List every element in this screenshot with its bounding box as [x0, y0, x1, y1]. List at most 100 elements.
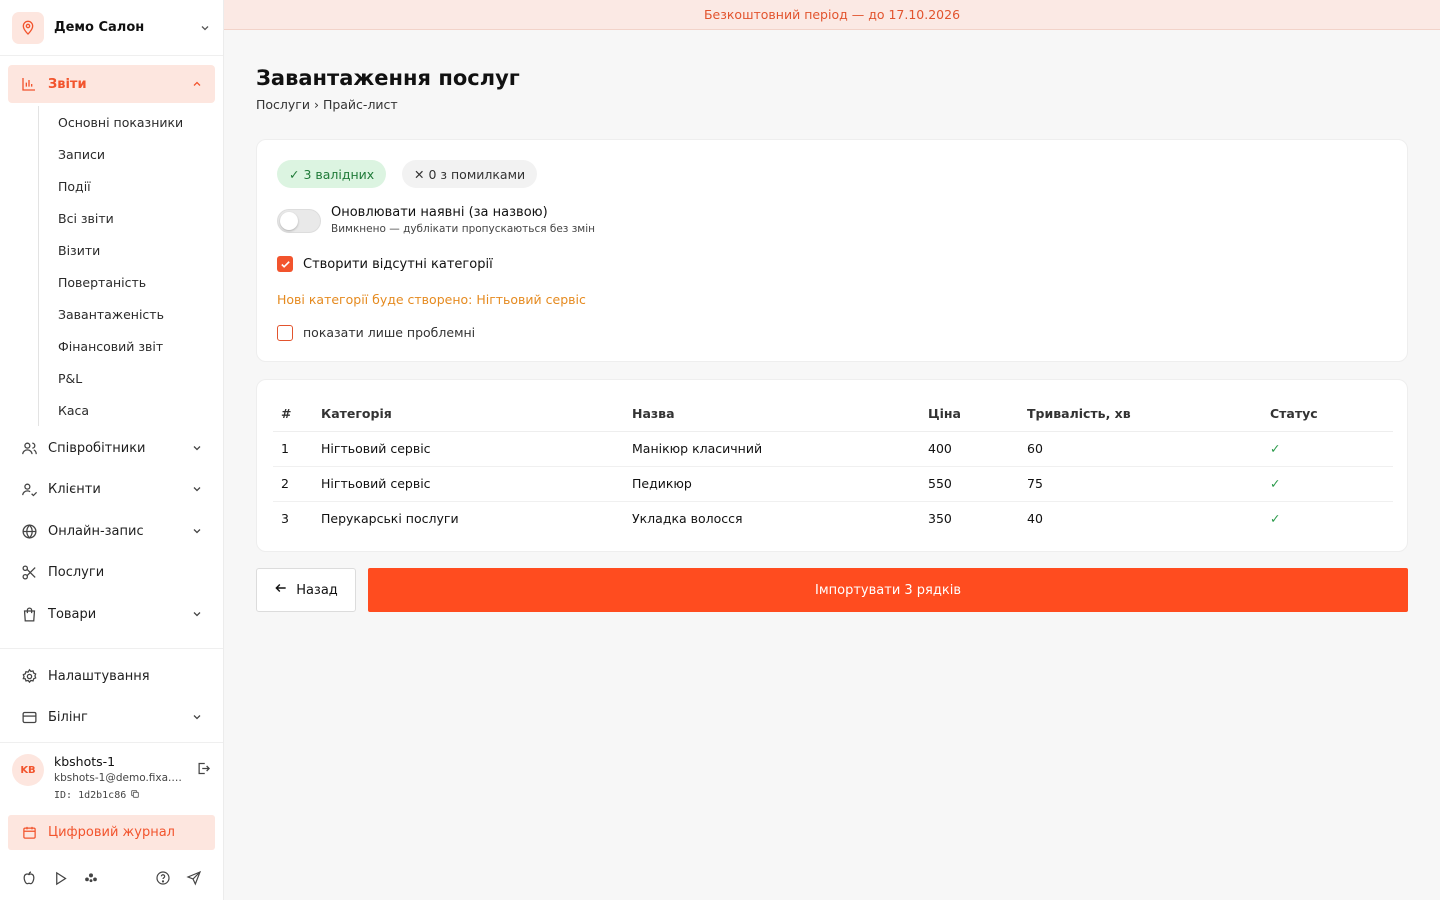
- digital-journal-button[interactable]: Цифровий журнал: [8, 815, 215, 850]
- subnav-item-visits[interactable]: Візити: [39, 234, 214, 266]
- column-header: #: [273, 396, 313, 432]
- user-check-icon: [20, 480, 38, 498]
- nav-products[interactable]: Товари: [8, 595, 215, 633]
- user-id-text: ID: 1d2b1c86: [54, 790, 127, 801]
- nav-clients[interactable]: Клієнти: [8, 470, 215, 508]
- send-icon[interactable]: [185, 869, 203, 887]
- logout-icon[interactable]: [196, 761, 211, 780]
- breadcrumb: Послуги › Прайс-лист: [256, 97, 398, 112]
- subnav-item-pnl[interactable]: P&L: [39, 362, 214, 394]
- error-count-badge[interactable]: ✕ 0 з помилками: [402, 160, 538, 188]
- users-icon: [20, 439, 38, 457]
- nav-online-label: Онлайн-запис: [48, 523, 144, 539]
- create-categories-checkbox[interactable]: [277, 256, 293, 272]
- nav-staff-label: Співробітники: [48, 440, 146, 456]
- cell-price: 350: [928, 511, 952, 527]
- preview-table-card: # Категорія Назва Ціна Тривалість, хв Ст…: [256, 379, 1408, 552]
- chevron-down-icon: [191, 525, 203, 537]
- shopping-bag-icon: [20, 605, 38, 623]
- new-categories-notice: Нові категорії буде створено: Нігтьовий …: [277, 292, 586, 307]
- user-name: kbshots-1: [54, 754, 116, 769]
- subnav-item-cash[interactable]: Каса: [39, 394, 214, 426]
- update-existing-label: Оновлювати наявні (за назвою): [331, 205, 548, 220]
- help-icon[interactable]: [154, 869, 172, 887]
- salon-name: Демо Салон: [54, 20, 145, 35]
- nav-online-booking[interactable]: Онлайн-запис: [8, 512, 215, 550]
- nav-clients-label: Клієнти: [48, 481, 101, 497]
- table-row: 3 Перукарські послуги Укладка волосся 35…: [273, 501, 1393, 536]
- nav-billing[interactable]: Білінг: [8, 698, 215, 736]
- nav-settings[interactable]: Налаштування: [8, 657, 215, 695]
- preview-table: # Категорія Назва Ціна Тривалість, хв Ст…: [273, 396, 1393, 536]
- only-problems-label[interactable]: показати лише проблемні: [303, 325, 475, 340]
- checkmark-icon: [280, 260, 290, 268]
- subnav-item-main-metrics[interactable]: Основні показники: [39, 106, 214, 138]
- nav-billing-label: Білінг: [48, 709, 88, 725]
- calendar-icon: [20, 824, 38, 842]
- subnav-item-occupancy[interactable]: Завантаженість: [39, 298, 214, 330]
- apple-icon[interactable]: [20, 869, 38, 887]
- cell-category: Нігтьовий сервіс: [313, 431, 624, 467]
- update-existing-toggle[interactable]: [277, 209, 321, 233]
- salon-selector[interactable]: Демо Салон: [0, 0, 223, 56]
- cell-duration: 75: [1019, 466, 1262, 502]
- scissors-icon: [20, 563, 38, 581]
- user-email: kbshots-1@demo.fixa.b...: [54, 772, 186, 784]
- digital-journal-label: Цифровий журнал: [48, 825, 175, 840]
- page-title: Завантаження послуг: [256, 66, 520, 90]
- cell-category: Нігтьовий сервіс: [313, 466, 624, 502]
- nav-reports[interactable]: Звіти: [8, 65, 215, 103]
- cell-status: ✓: [1262, 431, 1393, 467]
- import-button[interactable]: Імпортувати 3 рядків: [368, 568, 1408, 612]
- chevron-up-icon: [191, 78, 203, 90]
- bar-chart-icon: [20, 75, 38, 93]
- nav-staff[interactable]: Співробітники: [8, 429, 215, 467]
- chevron-down-icon: [191, 711, 203, 723]
- column-header: Категорія: [313, 396, 624, 432]
- user-info: kbshots-1 kbshots-1@demo.fixa.b... ID: 1…: [54, 754, 186, 810]
- cell-status: ✓: [1262, 466, 1393, 502]
- globe-icon: [20, 522, 38, 540]
- column-header: Тривалість, хв: [1019, 396, 1262, 432]
- sidebar-footer-icons: [0, 858, 223, 898]
- column-header: Назва: [624, 396, 920, 432]
- nav-services[interactable]: Послуги: [8, 553, 215, 591]
- table-row: 1 Нігтьовий сервіс Манікюр класичний 400…: [273, 431, 1393, 467]
- subnav-item-records[interactable]: Записи: [39, 138, 214, 170]
- cell-duration: 60: [1019, 431, 1262, 467]
- table-header-row: # Категорія Назва Ціна Тривалість, хв Ст…: [273, 396, 1393, 432]
- update-existing-hint: Вимкнено — дублікати пропускаються без з…: [331, 223, 596, 235]
- arrow-left-icon: [274, 581, 288, 599]
- table-row: 2 Нігтьовий сервіс Педикюр 550 75 ✓: [273, 466, 1393, 502]
- toggle-knob: [280, 212, 298, 230]
- column-header: Статус: [1262, 396, 1393, 432]
- chevron-down-icon: [199, 22, 211, 34]
- nav-reports-label: Звіти: [48, 76, 87, 92]
- subnav-item-events[interactable]: Події: [39, 170, 214, 202]
- cell-index: 1: [273, 431, 313, 467]
- nav-products-label: Товари: [48, 606, 97, 622]
- chevron-down-icon: [191, 608, 203, 620]
- cell-price: 400: [920, 431, 1019, 467]
- subnav-item-retention[interactable]: Повертаність: [39, 266, 214, 298]
- only-problems-checkbox[interactable]: [277, 325, 293, 341]
- back-button[interactable]: Назад: [256, 568, 356, 612]
- import-options-card: ✓ 3 валідних ✕ 0 з помилками Оновлювати …: [256, 139, 1408, 362]
- subnav-item-financial[interactable]: Фінансовий звіт: [39, 330, 214, 362]
- user-panel: KB kbshots-1 kbshots-1@demo.fixa.b... ID…: [0, 744, 223, 810]
- play-store-icon[interactable]: [51, 869, 69, 887]
- user-id: ID: 1d2b1c86: [54, 789, 186, 802]
- subnav-item-all-reports[interactable]: Всі звіти: [39, 202, 214, 234]
- chevron-down-icon: [191, 483, 203, 495]
- sidebar-divider: [0, 648, 223, 649]
- community-icon[interactable]: [82, 869, 100, 887]
- copy-icon[interactable]: [130, 789, 140, 802]
- column-header: Ціна: [920, 396, 1019, 432]
- sidebar: Демо Салон Звіти Основні показники Запис…: [0, 0, 224, 900]
- avatar: KB: [12, 754, 44, 786]
- create-categories-label[interactable]: Створити відсутні категорії: [303, 257, 493, 272]
- credit-card-icon: [20, 708, 38, 726]
- valid-count-badge[interactable]: ✓ 3 валідних: [277, 160, 387, 188]
- cell-index: 3: [281, 511, 289, 527]
- cell-status: ✓: [1270, 511, 1281, 527]
